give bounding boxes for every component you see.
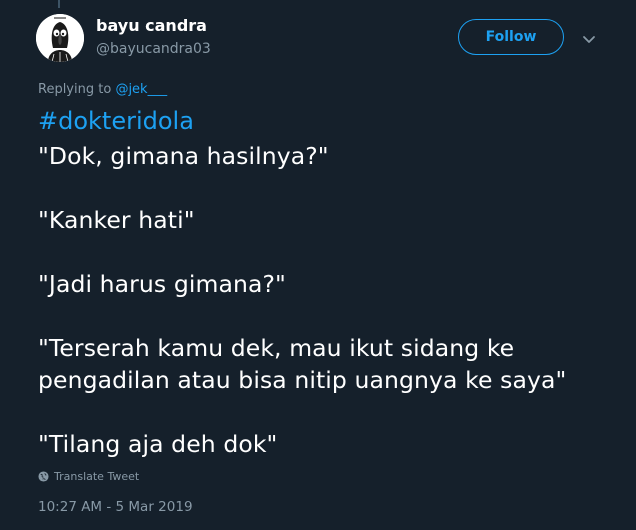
globe-icon [38, 471, 49, 482]
thread-connector-line [58, 0, 60, 8]
tweet-text-line: "Kanker hati" [38, 206, 195, 234]
replying-to-mention[interactable]: @jek___ [115, 82, 167, 97]
follow-button[interactable]: Follow [458, 19, 564, 55]
avatar[interactable] [36, 14, 84, 62]
chevron-down-icon [583, 36, 595, 43]
tweet-text-line: pengadilan atau bisa nitip uangnya ke sa… [38, 366, 567, 394]
author-display-name[interactable]: bayu candra [96, 16, 207, 35]
hashtag-link[interactable]: #dokteridola [38, 107, 194, 135]
tweet-text-line: "Tilang aja deh dok" [38, 430, 278, 458]
tweet-text-line: "Jadi harus gimana?" [38, 270, 286, 298]
tweet-text-line: "Terserah kamu dek, mau ikut sidang ke [38, 334, 515, 362]
tweet-timestamp[interactable]: 10:27 AM - 5 Mar 2019 [38, 499, 193, 515]
tweet-card: bayu candra @bayucandra03 Follow Replyin… [0, 0, 636, 530]
translate-tweet-link[interactable]: Translate Tweet [38, 470, 139, 483]
squidward-avatar-icon [36, 14, 84, 62]
translate-tweet-label: Translate Tweet [54, 470, 140, 483]
replying-to: Replying to @jek___ [38, 82, 167, 97]
tweet-text-line: "Dok, gimana hasilnya?" [38, 142, 329, 170]
author-handle[interactable]: @bayucandra03 [96, 41, 211, 57]
tweet-menu-button[interactable] [579, 29, 599, 49]
replying-to-prefix: Replying to [38, 82, 112, 97]
